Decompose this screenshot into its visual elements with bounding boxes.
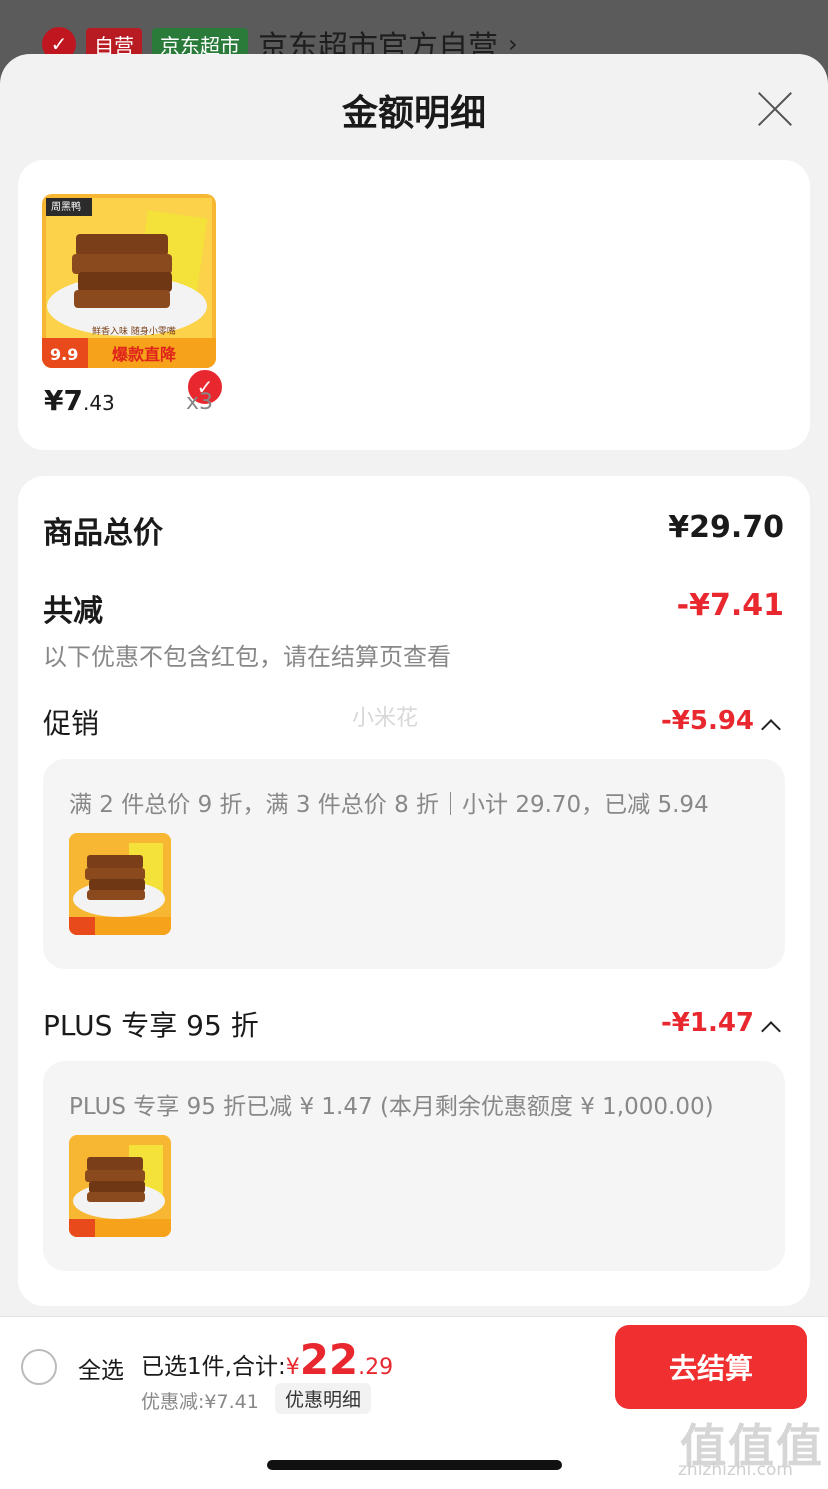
goods-total-label: 商品总价 (43, 516, 163, 551)
total-currency: ¥ (285, 1355, 300, 1380)
total-reduce-value: -¥7.41 (676, 588, 784, 623)
promo-text: 爆款直降 (112, 345, 177, 364)
plus-detail-text: PLUS 专享 95 折已减 ¥ 1.47 (本月剩余优惠额度 ¥ 1,000.… (69, 1094, 714, 1120)
discount-text: 优惠减:¥7.41 (141, 1391, 259, 1413)
watermark: 小米花 (352, 706, 419, 731)
plus-label: PLUS 专享 95 折 (43, 1009, 259, 1042)
discount-detail-link[interactable]: 优惠明细 (275, 1383, 372, 1414)
bottom-bar: 全选 已选1件,合计:¥22.29 优惠减:¥7.41 优惠明细 去结算 (0, 1316, 828, 1417)
close-icon[interactable] (756, 90, 794, 128)
price-dec: .43 (82, 391, 115, 415)
promotion-detail-box: 满 2 件总价 9 折，满 3 件总价 8 折｜小计 29.70，已减 5.94 (43, 759, 785, 969)
promotion-detail-text: 满 2 件总价 9 折，满 3 件总价 8 折｜小计 29.70，已减 5.94 (69, 792, 709, 818)
total-reduce-label: 共减 (43, 594, 103, 629)
chevron-up-icon[interactable] (761, 1021, 781, 1041)
site-url: zhizhizhi.com (678, 1460, 793, 1480)
slogan-text: 鲜香入味 随身小零嘴 (92, 325, 176, 337)
amount-detail-sheet: 金额明细 周黑鸭 鲜香入味 随身小零嘴 9.9 爆款直降 ✓ ¥7.43 x3 … (0, 54, 828, 1316)
promotion-label: 促销 (43, 707, 100, 740)
price-badge-text: 9.9 (50, 345, 78, 364)
promotion-value: -¥5.94 (660, 706, 754, 736)
plus-value: -¥1.47 (660, 1008, 754, 1038)
amount-card: 商品总价 ¥29.70 共减 -¥7.41 以下优惠不包含红包，请在结算页查看 … (18, 476, 810, 1306)
checkout-button[interactable]: 去结算 (615, 1325, 807, 1409)
summary-prefix: 已选1件,合计: (141, 1354, 286, 1380)
chevron-up-icon[interactable] (761, 719, 781, 739)
quantity: x3 (186, 390, 214, 415)
product-image[interactable]: 周黑鸭 鲜香入味 随身小零嘴 9.9 爆款直降 (42, 194, 216, 368)
brand-text: 周黑鸭 (51, 200, 81, 213)
select-all-radio[interactable] (21, 1349, 57, 1385)
select-all-label[interactable]: 全选 (78, 1351, 124, 1385)
product-thumbnail (69, 833, 171, 935)
reduce-note: 以下优惠不包含红包，请在结算页查看 (43, 643, 451, 671)
product-card: 周黑鸭 鲜香入味 随身小零嘴 9.9 爆款直降 ✓ ¥7.43 x3 (18, 160, 810, 450)
sheet-title: 金额明细 (341, 93, 486, 134)
total-int: 22 (299, 1335, 359, 1384)
total-dec: .29 (358, 1355, 394, 1380)
order-summary: 已选1件,合计:¥22.29 (141, 1335, 393, 1384)
goods-total-value: ¥29.70 (668, 510, 784, 545)
home-indicator[interactable] (267, 1460, 562, 1470)
unit-price: ¥7.43 (44, 384, 115, 417)
price-int: ¥7 (44, 384, 83, 417)
product-thumbnail (69, 1135, 171, 1237)
plus-detail-box: PLUS 专享 95 折已减 ¥ 1.47 (本月剩余优惠额度 ¥ 1,000.… (43, 1061, 785, 1271)
